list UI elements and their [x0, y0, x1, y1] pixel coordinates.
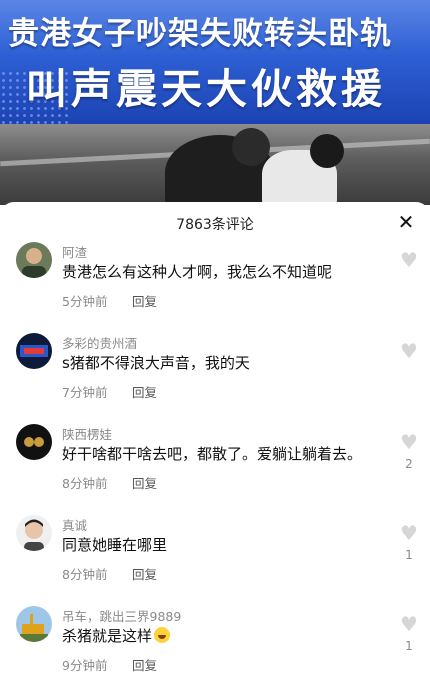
avatar[interactable] — [16, 333, 52, 369]
like-button[interactable]: ♥ 1 — [398, 523, 420, 563]
heart-icon: ♥ — [400, 430, 418, 454]
comment-item: 真诚 同意她睡在哪里 8分钟前 回复 ♥ 1 — [0, 515, 430, 605]
comment-time: 7分钟前 — [62, 385, 108, 400]
comment-text: 同意她睡在哪里 — [62, 536, 168, 554]
avatar[interactable] — [16, 424, 52, 460]
reply-button[interactable]: 回复 — [132, 655, 157, 674]
comment-time: 8分钟前 — [62, 476, 108, 491]
comment-time: 5分钟前 — [62, 294, 108, 309]
reply-button[interactable]: 回复 — [132, 382, 157, 401]
comment-text: s猪都不得浪大声音，我的天 — [62, 354, 250, 372]
heart-icon: ♥ — [400, 521, 418, 545]
avatar[interactable] — [16, 515, 52, 551]
reply-button[interactable]: 回复 — [132, 473, 157, 492]
like-button[interactable]: ♥ — [398, 250, 420, 290]
heart-icon: ♥ — [400, 612, 418, 636]
comment-username[interactable]: 吊车，跳出三界9889 — [62, 606, 181, 625]
heart-icon: ♥ — [400, 248, 418, 272]
video-person-dark-head — [232, 128, 270, 166]
comment-text-content: 杀猪就是这样 — [62, 627, 153, 645]
like-count: 1 — [405, 548, 413, 562]
avatar[interactable] — [16, 606, 52, 642]
comment-text: 贵港怎么有这种人才啊，我怎么不知道呢 — [62, 263, 333, 281]
comment-text: 杀猪就是这样 — [62, 625, 171, 646]
video-title-line2: 叫声震天大伙救援 — [26, 65, 386, 113]
video-person-white-head — [310, 134, 344, 168]
comment-time: 8分钟前 — [62, 567, 108, 582]
comment-item: 阿渣 贵港怎么有这种人才啊，我怎么不知道呢 5分钟前 回复 ♥ — [0, 242, 430, 332]
comments-sheet: 7863条评论 ✕ 阿渣 贵港怎么有这种人才啊，我怎么不知道呢 5分钟前 回复 … — [0, 202, 430, 674]
like-count: 1 — [405, 639, 413, 653]
like-count: 2 — [405, 457, 413, 471]
comment-item: 多彩的贵州酒 s猪都不得浪大声音，我的天 7分钟前 回复 ♥ — [0, 333, 430, 423]
like-button[interactable]: ♥ — [398, 341, 420, 381]
avatar[interactable] — [16, 242, 52, 278]
comment-username[interactable]: 多彩的贵州酒 — [62, 333, 137, 352]
comment-username[interactable]: 阿渣 — [62, 242, 87, 261]
video-player[interactable]: 贵港女子吵架失败转头卧轨 叫声震天大伙救援 — [0, 0, 430, 205]
laughing-emoji-icon — [154, 627, 171, 643]
comment-username[interactable]: 真诚 — [62, 515, 87, 534]
heart-icon: ♥ — [400, 339, 418, 363]
close-icon[interactable]: ✕ — [394, 210, 418, 234]
like-button[interactable]: ♥ 1 — [398, 614, 420, 654]
reply-button[interactable]: 回复 — [132, 291, 157, 310]
comment-text: 好干啥都干啥去吧，都散了。爱躺让躺着去。 — [62, 445, 363, 463]
video-title-line1: 贵港女子吵架失败转头卧轨 — [8, 16, 392, 52]
comment-item: 吊车，跳出三界9889 杀猪就是这样 9分钟前 回复 ♥ 1 — [0, 606, 430, 696]
comment-username[interactable]: 陕西楞娃 — [62, 424, 112, 443]
comment-time: 9分钟前 — [62, 658, 108, 673]
comments-count-title: 7863条评论 — [176, 217, 254, 233]
reply-button[interactable]: 回复 — [132, 564, 157, 583]
comment-item: 陕西楞娃 好干啥都干啥去吧，都散了。爱躺让躺着去。 8分钟前 回复 ♥ 2 — [0, 424, 430, 514]
like-button[interactable]: ♥ 2 — [398, 432, 420, 472]
